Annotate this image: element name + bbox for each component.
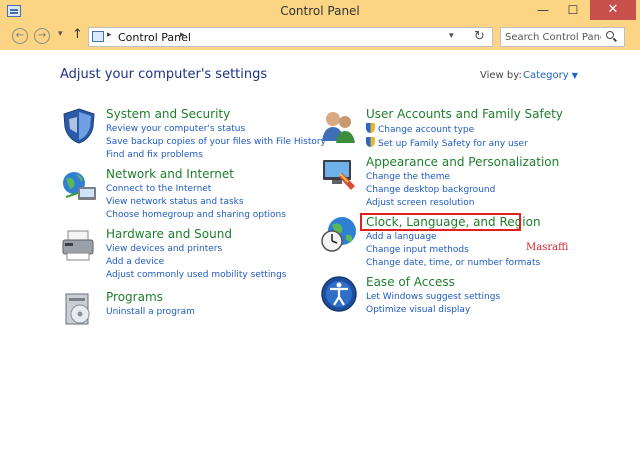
control-panel-icon bbox=[92, 31, 104, 42]
network-icon[interactable] bbox=[60, 167, 98, 205]
category-link[interactable]: Optimize visual display bbox=[366, 304, 500, 317]
category-title[interactable]: User Accounts and Family Safety bbox=[366, 107, 563, 121]
appearance-icon[interactable] bbox=[320, 155, 358, 193]
forward-button[interactable]: → bbox=[34, 28, 50, 44]
category-link[interactable]: Uninstall a program bbox=[106, 306, 195, 319]
category-link[interactable]: Choose homegroup and sharing options bbox=[106, 209, 286, 222]
programs-icon[interactable] bbox=[60, 290, 98, 328]
watermark-text: Masraffi bbox=[526, 242, 569, 253]
category-link[interactable]: Change date, time, or number formats bbox=[366, 257, 540, 270]
refresh-icon[interactable]: ↻ bbox=[474, 29, 485, 44]
main-content: Adjust your computer's settings View by:… bbox=[0, 50, 640, 450]
view-by-value[interactable]: Category bbox=[523, 70, 569, 81]
category-appearance: Appearance and Personalization Change th… bbox=[320, 155, 580, 215]
recent-locations-dropdown[interactable]: ▾ bbox=[58, 29, 63, 39]
category-link[interactable]: Save backup copies of your files with Fi… bbox=[106, 136, 326, 149]
uac-shield-icon bbox=[366, 137, 375, 147]
user-accounts-icon[interactable] bbox=[320, 107, 358, 145]
category-link[interactable]: Review your computer's status bbox=[106, 123, 326, 136]
category-link[interactable]: Set up Family Safety for any user bbox=[366, 137, 528, 151]
title-bar: Control Panel — ☐ ✕ bbox=[0, 0, 640, 24]
category-link[interactable]: Connect to the Internet bbox=[106, 183, 286, 196]
clock-globe-icon[interactable] bbox=[320, 215, 358, 253]
category-network-internet: Network and Internet Connect to the Inte… bbox=[60, 167, 320, 227]
page-heading: Adjust your computer's settings bbox=[60, 67, 268, 82]
uac-shield-icon bbox=[366, 123, 375, 133]
category-link[interactable]: Change the theme bbox=[366, 171, 495, 184]
breadcrumb-separator[interactable]: ▸ bbox=[180, 30, 185, 40]
close-button[interactable]: ✕ bbox=[590, 0, 636, 20]
category-link[interactable]: Adjust screen resolution bbox=[366, 197, 495, 210]
search-icon[interactable] bbox=[606, 31, 614, 39]
category-link[interactable]: Find and fix problems bbox=[106, 149, 326, 162]
category-link[interactable]: View devices and printers bbox=[106, 243, 286, 256]
up-button[interactable]: ↑ bbox=[72, 27, 83, 42]
ease-of-access-icon[interactable] bbox=[320, 275, 358, 313]
category-link[interactable]: Change input methods bbox=[366, 244, 540, 257]
category-title[interactable]: Appearance and Personalization bbox=[366, 155, 559, 169]
address-dropdown-icon[interactable]: ▾ bbox=[449, 31, 454, 41]
category-title[interactable]: System and Security bbox=[106, 107, 230, 121]
minimize-button[interactable]: — bbox=[530, 0, 556, 20]
category-link[interactable]: Let Windows suggest settings bbox=[366, 291, 500, 304]
view-by-label: View by: bbox=[480, 70, 522, 81]
category-programs: Programs Uninstall a program bbox=[60, 290, 320, 330]
hardware-sound-icon[interactable] bbox=[60, 227, 98, 265]
breadcrumb-separator[interactable]: ▸ bbox=[107, 30, 112, 40]
category-link[interactable]: View network status and tasks bbox=[106, 196, 286, 209]
category-title[interactable]: Hardware and Sound bbox=[106, 227, 232, 241]
category-title[interactable]: Programs bbox=[106, 290, 163, 304]
search-input[interactable] bbox=[505, 30, 601, 44]
category-title[interactable]: Network and Internet bbox=[106, 167, 234, 181]
category-hardware-sound: Hardware and Sound View devices and prin… bbox=[60, 227, 320, 287]
category-link[interactable]: Add a device bbox=[106, 256, 286, 269]
category-system-security: System and Security Review your computer… bbox=[60, 107, 326, 167]
dropdown-caret-icon[interactable]: ▼ bbox=[572, 71, 578, 80]
category-link[interactable]: Change account type bbox=[366, 123, 528, 137]
back-button[interactable]: ← bbox=[12, 28, 28, 44]
category-user-accounts: User Accounts and Family Safety Change a… bbox=[320, 107, 580, 152]
category-link[interactable]: Change desktop background bbox=[366, 184, 495, 197]
system-security-icon[interactable] bbox=[60, 107, 98, 145]
category-title[interactable]: Ease of Access bbox=[366, 275, 455, 289]
address-bar[interactable]: ▸ Control Panel ▸ ▾ ↻ bbox=[88, 27, 493, 47]
view-by-dropdown[interactable]: Category ▼ bbox=[523, 70, 578, 81]
highlight-box bbox=[360, 213, 521, 231]
navigation-bar: ← → ▾ ↑ ▸ Control Panel ▸ ▾ ↻ bbox=[0, 24, 640, 50]
maximize-button[interactable]: ☐ bbox=[560, 0, 586, 20]
category-link[interactable]: Adjust commonly used mobility settings bbox=[106, 269, 286, 282]
search-box[interactable] bbox=[500, 27, 625, 47]
category-link[interactable]: Add a language bbox=[366, 231, 540, 244]
category-ease-of-access: Ease of Access Let Windows suggest setti… bbox=[320, 275, 580, 320]
